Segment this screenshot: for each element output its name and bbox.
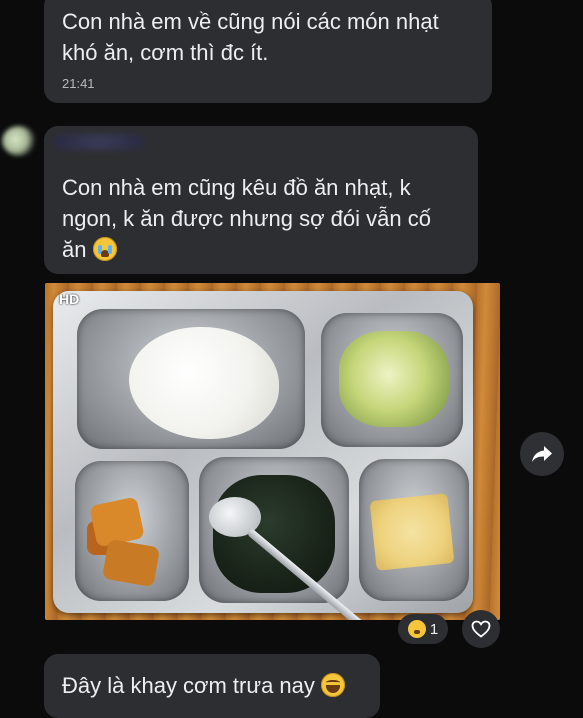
- hd-badge: HD: [59, 291, 80, 307]
- message-bubble-1[interactable]: Con nhà em về cũng nói các món nhạt khó …: [44, 0, 492, 103]
- message-time-1: 21:41: [62, 76, 95, 91]
- vegetable-compartment: [321, 313, 463, 447]
- react-heart-button[interactable]: [462, 610, 500, 648]
- message-text-1: Con nhà em về cũng nói các món nhạt khó …: [62, 9, 439, 65]
- egg-compartment: [359, 459, 469, 601]
- reaction-summary[interactable]: 1: [398, 614, 448, 644]
- heart-outline-icon: [471, 620, 491, 638]
- tofu-piece: [101, 538, 161, 588]
- soup-compartment: [199, 457, 367, 620]
- rice-compartment: [77, 309, 305, 449]
- reaction-count: 1: [429, 620, 439, 638]
- share-arrow-icon: [532, 446, 552, 462]
- grinning-squinting-face-emoji-icon: [321, 673, 346, 697]
- squash: [339, 331, 449, 427]
- food-tray: [53, 291, 473, 620]
- sender-avatar[interactable]: [2, 126, 36, 156]
- message-bubble-3[interactable]: Đây là khay cơm trưa nay: [44, 654, 380, 718]
- message-text-3: Đây là khay cơm trưa nay: [62, 672, 362, 700]
- laughing-face-icon: [407, 620, 426, 638]
- sender-name-blurred: [54, 134, 144, 150]
- steamed-egg: [369, 493, 455, 571]
- message-text-3-body: Đây là khay cơm trưa nay: [62, 673, 315, 698]
- message-text-2: Con nhà em cũng kêu đồ ăn nhạt, k ngon, …: [62, 172, 460, 265]
- tofu-compartment: [75, 461, 189, 601]
- crying-face-emoji-icon: [92, 237, 117, 261]
- shared-photo[interactable]: HD: [45, 283, 500, 620]
- rice: [129, 327, 279, 439]
- message-text-2-body: Con nhà em cũng kêu đồ ăn nhạt, k ngon, …: [62, 175, 431, 262]
- share-button[interactable]: [520, 432, 564, 476]
